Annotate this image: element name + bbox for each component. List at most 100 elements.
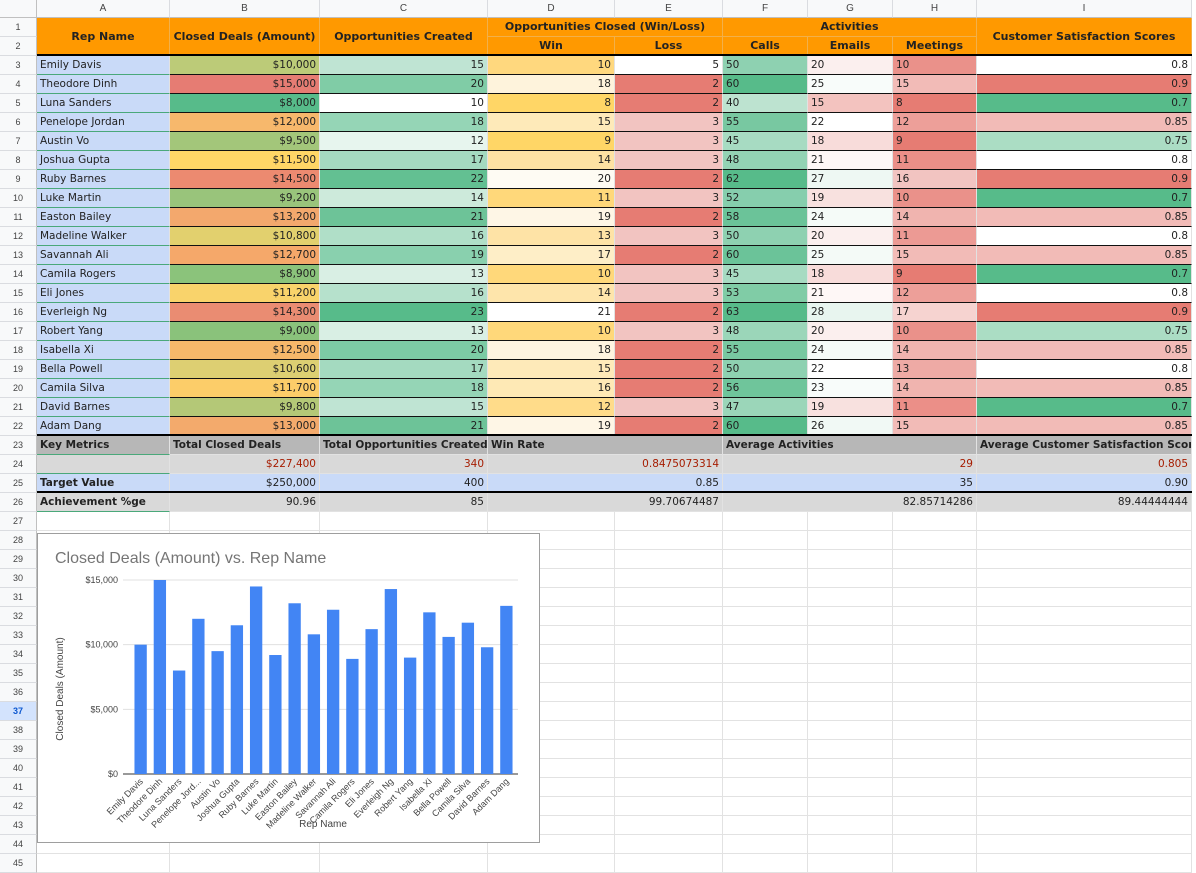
- empty-cell[interactable]: [808, 854, 893, 873]
- cell-calls[interactable]: 53: [723, 284, 808, 303]
- cell-win[interactable]: 10: [488, 322, 615, 341]
- row-header-40[interactable]: 40: [0, 759, 37, 778]
- rep-name-cell[interactable]: Luna Sanders: [37, 94, 170, 113]
- row-header-39[interactable]: 39: [0, 740, 37, 759]
- cell-csat[interactable]: 0.85: [977, 341, 1192, 360]
- rep-name-cell[interactable]: Bella Powell: [37, 360, 170, 379]
- cell-emails[interactable]: 20: [808, 322, 893, 341]
- empty-cell[interactable]: [615, 797, 723, 816]
- cell-csat[interactable]: 0.8: [977, 227, 1192, 246]
- cell-calls[interactable]: 55: [723, 113, 808, 132]
- cell-deals[interactable]: $15,000: [170, 75, 320, 94]
- row-header-2[interactable]: 2: [0, 37, 37, 56]
- chart-bar[interactable]: [307, 634, 321, 774]
- cell-csat[interactable]: 0.75: [977, 322, 1192, 341]
- cell-deals[interactable]: $11,500: [170, 151, 320, 170]
- cell-deals[interactable]: $9,500: [170, 132, 320, 151]
- cell-loss[interactable]: 2: [615, 246, 723, 265]
- empty-cell[interactable]: [723, 569, 808, 588]
- empty-cell[interactable]: [808, 550, 893, 569]
- cell-loss[interactable]: 2: [615, 94, 723, 113]
- rep-name-cell[interactable]: Isabella Xi: [37, 341, 170, 360]
- empty-cell[interactable]: [488, 512, 615, 531]
- cell-csat[interactable]: 0.8: [977, 56, 1192, 75]
- empty-cell[interactable]: [615, 512, 723, 531]
- cell-win[interactable]: 18: [488, 341, 615, 360]
- cell-deals[interactable]: $12,500: [170, 341, 320, 360]
- cell-opps[interactable]: 21: [320, 208, 488, 227]
- cell-csat[interactable]: 0.8: [977, 151, 1192, 170]
- chart-bar[interactable]: [480, 647, 494, 774]
- achievement-win-rate[interactable]: 99.70674487: [488, 493, 723, 512]
- empty-cell[interactable]: [977, 569, 1192, 588]
- achievement-total-deals[interactable]: 90.96: [170, 493, 320, 512]
- rep-name-cell[interactable]: David Barnes: [37, 398, 170, 417]
- empty-cell[interactable]: [808, 721, 893, 740]
- cell-win[interactable]: 15: [488, 113, 615, 132]
- empty-cell[interactable]: [615, 778, 723, 797]
- row-header-26[interactable]: 26: [0, 493, 37, 512]
- cell-win[interactable]: 20: [488, 170, 615, 189]
- empty-cell[interactable]: [977, 721, 1192, 740]
- cell-win[interactable]: 11: [488, 189, 615, 208]
- row-header-29[interactable]: 29: [0, 550, 37, 569]
- empty-cell[interactable]: [977, 778, 1192, 797]
- empty-cell[interactable]: [723, 645, 808, 664]
- cell-opps[interactable]: 16: [320, 284, 488, 303]
- empty-cell[interactable]: [320, 512, 488, 531]
- cell-meetings[interactable]: 15: [893, 75, 977, 94]
- rep-name-cell[interactable]: Savannah Ali: [37, 246, 170, 265]
- empty-cell[interactable]: [723, 759, 808, 778]
- empty-cell[interactable]: [723, 740, 808, 759]
- empty-cell[interactable]: [893, 740, 977, 759]
- cell-loss[interactable]: 3: [615, 322, 723, 341]
- row-header-25[interactable]: 25: [0, 474, 37, 493]
- cell-win[interactable]: 16: [488, 379, 615, 398]
- cell-loss[interactable]: 3: [615, 265, 723, 284]
- empty-cell[interactable]: [808, 740, 893, 759]
- cell-emails[interactable]: 21: [808, 284, 893, 303]
- cell-opps[interactable]: 14: [320, 189, 488, 208]
- cell-deals[interactable]: $12,700: [170, 246, 320, 265]
- row-header-9[interactable]: 9: [0, 170, 37, 189]
- column-header-C[interactable]: C: [320, 0, 488, 18]
- cell-loss[interactable]: 3: [615, 151, 723, 170]
- row-header-4[interactable]: 4: [0, 75, 37, 94]
- empty-cell[interactable]: [893, 835, 977, 854]
- cell-opps[interactable]: 15: [320, 56, 488, 75]
- cell-deals[interactable]: $11,200: [170, 284, 320, 303]
- empty-cell[interactable]: [893, 854, 977, 873]
- empty-cell[interactable]: [615, 835, 723, 854]
- cell-csat[interactable]: 0.8: [977, 360, 1192, 379]
- column-header-D[interactable]: D: [488, 0, 615, 18]
- cell-opps[interactable]: 16: [320, 227, 488, 246]
- row-header-23[interactable]: 23: [0, 436, 37, 455]
- cell-emails[interactable]: 22: [808, 360, 893, 379]
- cell-meetings[interactable]: 14: [893, 341, 977, 360]
- empty-cell[interactable]: [893, 721, 977, 740]
- empty-cell[interactable]: [808, 778, 893, 797]
- empty-cell[interactable]: [615, 740, 723, 759]
- chart-bar[interactable]: [423, 612, 436, 774]
- cell-loss[interactable]: 2: [615, 170, 723, 189]
- cell-opps[interactable]: 12: [320, 132, 488, 151]
- cell-calls[interactable]: 58: [723, 208, 808, 227]
- empty-cell[interactable]: [808, 759, 893, 778]
- empty-cell[interactable]: [808, 645, 893, 664]
- empty-cell[interactable]: [808, 512, 893, 531]
- chart-bar[interactable]: [442, 636, 455, 774]
- chart-bar[interactable]: [172, 670, 186, 774]
- empty-cell[interactable]: [615, 759, 723, 778]
- cell-meetings[interactable]: 13: [893, 360, 977, 379]
- empty-cell[interactable]: [893, 816, 977, 835]
- cell-emails[interactable]: 19: [808, 398, 893, 417]
- row-header-18[interactable]: 18: [0, 341, 37, 360]
- cell-meetings[interactable]: 11: [893, 227, 977, 246]
- actual-total-deals[interactable]: $227,400: [170, 455, 320, 474]
- row-header-36[interactable]: 36: [0, 683, 37, 702]
- rep-name-cell[interactable]: Luke Martin: [37, 189, 170, 208]
- row-header-30[interactable]: 30: [0, 569, 37, 588]
- empty-cell[interactable]: [615, 683, 723, 702]
- empty-cell[interactable]: [893, 797, 977, 816]
- chart-bar[interactable]: [346, 658, 359, 774]
